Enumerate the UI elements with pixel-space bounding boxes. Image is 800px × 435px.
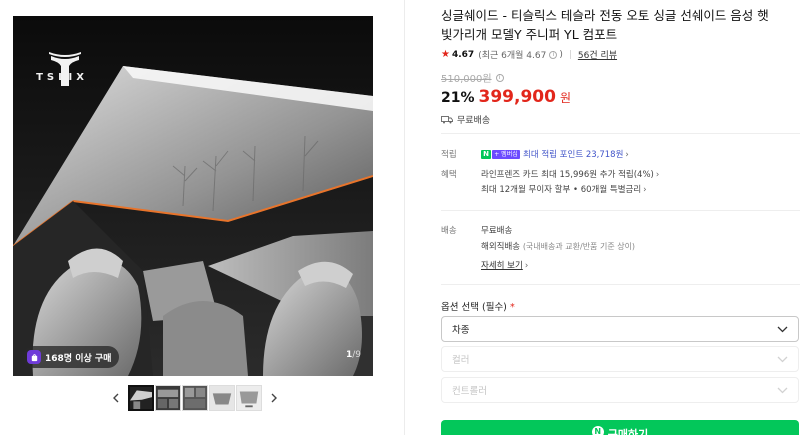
chevron-right-icon: ›	[655, 170, 660, 180]
points-key: 적립	[441, 150, 457, 160]
rating-score: 4.67	[451, 49, 475, 60]
chevron-right-icon: ›	[524, 261, 529, 271]
naver-n-icon: N	[481, 150, 491, 159]
thumbnail-3[interactable]	[182, 385, 208, 411]
chevron-right-icon: ›	[625, 150, 629, 160]
installment-text: 최대 12개월 무이자 할부 • 60개월 특별금리	[481, 185, 642, 195]
chevron-left-icon	[113, 393, 119, 403]
option-select-controller-label: 컨트롤러	[452, 386, 487, 397]
image-page-counter: 1/9	[346, 350, 361, 360]
buyers-count-badge: 168명 이상 구매	[23, 346, 120, 368]
npay-membership-badge: N + 멤버십	[481, 150, 520, 159]
original-price: 510,000원	[441, 74, 492, 85]
chevron-down-icon	[777, 326, 788, 332]
thumbnail-1[interactable]	[128, 385, 154, 411]
benefit-values: 라인프렌즈 카드 최대 15,996원 추가 적립(4%) › 최대 12개월 무…	[481, 168, 781, 198]
points-value[interactable]: N + 멤버십 최대 적립 포인트 23,718원 ›	[481, 148, 781, 163]
page-total: /9	[352, 350, 361, 360]
thumbnail-next-button[interactable]	[263, 384, 285, 412]
delivery-overseas: 해외직배송	[481, 242, 521, 252]
free-shipping-text: 무료배송	[457, 116, 491, 126]
thumbnail-5[interactable]	[236, 385, 262, 411]
naver-n-icon: N	[591, 426, 604, 435]
rating-recent: (최근 6개월 4.67	[478, 51, 547, 61]
brand-wordmark: TSLIX	[36, 72, 88, 83]
installment-link[interactable]: 최대 12개월 무이자 할부 • 60개월 특별금리 ›	[481, 185, 647, 195]
free-shipping-row: 무료배송	[441, 113, 800, 126]
chevron-right-icon: ›	[643, 185, 647, 195]
star-icon: ★	[441, 49, 450, 60]
truck-icon	[441, 116, 453, 124]
option-label-text: 옵션 선택 (필수)	[441, 302, 507, 313]
rating-row: ★ 4.67 (최근 6개월 4.67 i ) | 56건 리뷰	[441, 48, 800, 61]
price-unit: 원	[559, 91, 571, 105]
buy-button-label: 구매하기	[607, 428, 649, 435]
tslix-logo-icon	[49, 52, 81, 86]
review-count-link[interactable]: 56건 리뷰	[578, 48, 617, 61]
card-benefit-link[interactable]: 라인프렌즈 카드 최대 15,996원 추가 적립(4%) ›	[481, 170, 659, 180]
product-title: 싱글쉐이드 - 티슬릭스 테슬라 전동 오토 싱글 선쉐이드 음성 햇빛가리개 …	[441, 8, 769, 42]
separator: |	[568, 49, 572, 60]
delivery-detail-text: 자세히 보기	[481, 261, 523, 271]
chevron-down-icon	[777, 356, 788, 362]
thumbnail-2[interactable]	[155, 385, 181, 411]
thumbnail-strip	[105, 384, 285, 412]
section-divider	[441, 133, 800, 134]
price-info-icon[interactable]: i	[495, 73, 504, 82]
thumbnail-prev-button[interactable]	[105, 384, 127, 412]
thumbnail-4[interactable]	[209, 385, 235, 411]
section-divider	[441, 284, 800, 285]
chevron-right-icon	[271, 393, 277, 403]
membership-plus-icon: + 멤버십	[492, 150, 520, 159]
section-divider	[441, 210, 800, 211]
card-benefit-text: 라인프렌즈 카드 최대 15,996원 추가 적립(4%)	[481, 170, 654, 180]
buy-button[interactable]: N 구매하기	[441, 420, 799, 435]
max-points-link[interactable]: 최대 적립 포인트 23,718원	[523, 150, 623, 160]
price-row: 21% 399,900 원	[441, 87, 800, 107]
sale-price: 399,900	[478, 87, 556, 107]
delivery-overseas-note: (국내배송과 교환/반품 기준 상이)	[522, 242, 636, 251]
buyers-count-text: 168명 이상 구매	[45, 353, 112, 364]
option-select-color[interactable]: 컬러	[441, 346, 799, 372]
option-label: 옵션 선택 (필수) *	[441, 299, 515, 313]
product-info: 싱글쉐이드 - 티슬릭스 테슬라 전동 오토 싱글 선쉐이드 음성 햇빛가리개 …	[441, 6, 800, 126]
product-main-image[interactable]: TSLIX 168명 이상 구매 1/9	[13, 16, 373, 376]
option-select-controller[interactable]: 컨트롤러	[441, 377, 799, 403]
discount-rate: 21%	[441, 90, 475, 106]
benefit-key: 혜택	[441, 170, 457, 180]
chevron-down-icon	[777, 387, 788, 393]
option-select-model-label: 차종	[452, 325, 470, 336]
column-divider	[404, 0, 405, 435]
delivery-detail-link[interactable]: 자세히 보기 ›	[481, 259, 528, 274]
delivery-key: 배송	[441, 226, 457, 236]
shopping-bag-icon	[27, 350, 41, 364]
required-mark: *	[509, 302, 515, 313]
option-select-color-label: 컬러	[452, 355, 470, 366]
delivery-values: 무료배송 해외직배송 (국내배송과 교환/반품 기준 상이) 자세히 보기 ›	[481, 224, 781, 274]
info-icon[interactable]: i	[549, 50, 558, 59]
original-price-row: 510,000원 i	[441, 70, 800, 85]
rating-recent-close: )	[559, 49, 563, 60]
delivery-free: 무료배송	[481, 226, 513, 236]
option-select-model[interactable]: 차종	[441, 316, 799, 342]
